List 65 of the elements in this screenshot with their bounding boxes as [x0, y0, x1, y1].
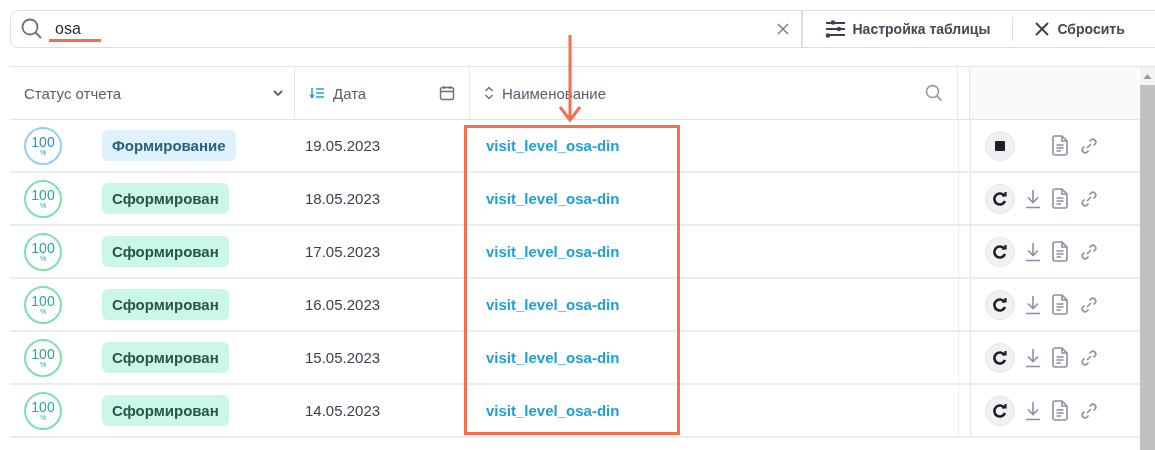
- status-badge: Сформирован: [102, 342, 229, 373]
- status-badge: Формирование: [102, 130, 236, 161]
- document-icon[interactable]: [1051, 188, 1069, 209]
- link-icon[interactable]: [1079, 347, 1099, 368]
- column-header[interactable]: Дата: [295, 67, 470, 119]
- document-icon[interactable]: [1051, 294, 1069, 315]
- download-icon[interactable]: [1025, 241, 1041, 262]
- document-icon[interactable]: [1051, 135, 1069, 156]
- column-header[interactable]: Статус отчета: [10, 67, 295, 119]
- chevron-down-icon[interactable]: [272, 89, 284, 97]
- refresh-icon: [992, 402, 1008, 419]
- download-icon[interactable]: [1025, 347, 1041, 368]
- date-text: 14.05.2023: [305, 402, 381, 419]
- search-icon[interactable]: [925, 84, 943, 102]
- highlight-underline: [49, 39, 101, 42]
- document-icon[interactable]: [1051, 400, 1069, 421]
- clear-icon[interactable]: [777, 23, 789, 35]
- date-text: 16.05.2023: [305, 296, 381, 313]
- download-icon[interactable]: [1025, 294, 1041, 315]
- refresh-button[interactable]: [985, 395, 1015, 426]
- download-icon[interactable]: [1025, 400, 1041, 421]
- search-field[interactable]: osa: [55, 20, 765, 38]
- scrollbar[interactable]: [1140, 67, 1155, 450]
- status-badge: Сформирован: [102, 183, 229, 214]
- scroll-up-icon[interactable]: [1140, 67, 1155, 85]
- status-badge: Сформирован: [102, 395, 229, 426]
- table-settings-button[interactable]: Настройка таблицы: [802, 11, 1013, 47]
- calendar-icon[interactable]: [439, 85, 455, 101]
- progress-value: 100: [31, 347, 55, 361]
- stop-icon: [995, 140, 1005, 151]
- progress-value: 100: [31, 135, 55, 149]
- sort-icon[interactable]: [484, 86, 494, 100]
- date-text: 18.05.2023: [305, 190, 381, 207]
- document-icon[interactable]: [1051, 347, 1069, 368]
- date-text: 15.05.2023: [305, 349, 381, 366]
- search-icon: [21, 18, 43, 40]
- progress-value: 100: [31, 400, 55, 414]
- date-text: 17.05.2023: [305, 243, 381, 260]
- progress-value: 100: [31, 241, 55, 255]
- search-bar[interactable]: osa Настройка таблицы Сбросить: [10, 10, 1155, 48]
- refresh-button[interactable]: [985, 289, 1015, 320]
- link-icon[interactable]: [1079, 135, 1099, 156]
- progress-value: 100: [31, 294, 55, 308]
- stop-button[interactable]: [985, 130, 1015, 161]
- progress-value: 100: [31, 188, 55, 202]
- refresh-icon: [992, 349, 1008, 366]
- refresh-button[interactable]: [985, 236, 1015, 267]
- download-icon[interactable]: [1025, 188, 1041, 209]
- link-icon[interactable]: [1079, 294, 1099, 315]
- sliders-icon: [824, 20, 845, 38]
- date-text: 19.05.2023: [305, 137, 381, 154]
- sort-icon[interactable]: [309, 87, 325, 99]
- document-icon[interactable]: [1051, 241, 1069, 262]
- link-icon[interactable]: [1079, 241, 1099, 262]
- link-icon[interactable]: [1079, 400, 1099, 421]
- refresh-icon: [992, 243, 1008, 260]
- refresh-icon: [992, 190, 1008, 207]
- status-badge: Сформирован: [102, 236, 229, 267]
- link-icon[interactable]: [1079, 188, 1099, 209]
- refresh-icon: [992, 296, 1008, 313]
- close-icon: [1035, 22, 1050, 36]
- reset-button[interactable]: Сбросить: [1013, 11, 1147, 47]
- refresh-button[interactable]: [985, 342, 1015, 373]
- refresh-button[interactable]: [985, 183, 1015, 214]
- status-badge: Сформирован: [102, 289, 229, 320]
